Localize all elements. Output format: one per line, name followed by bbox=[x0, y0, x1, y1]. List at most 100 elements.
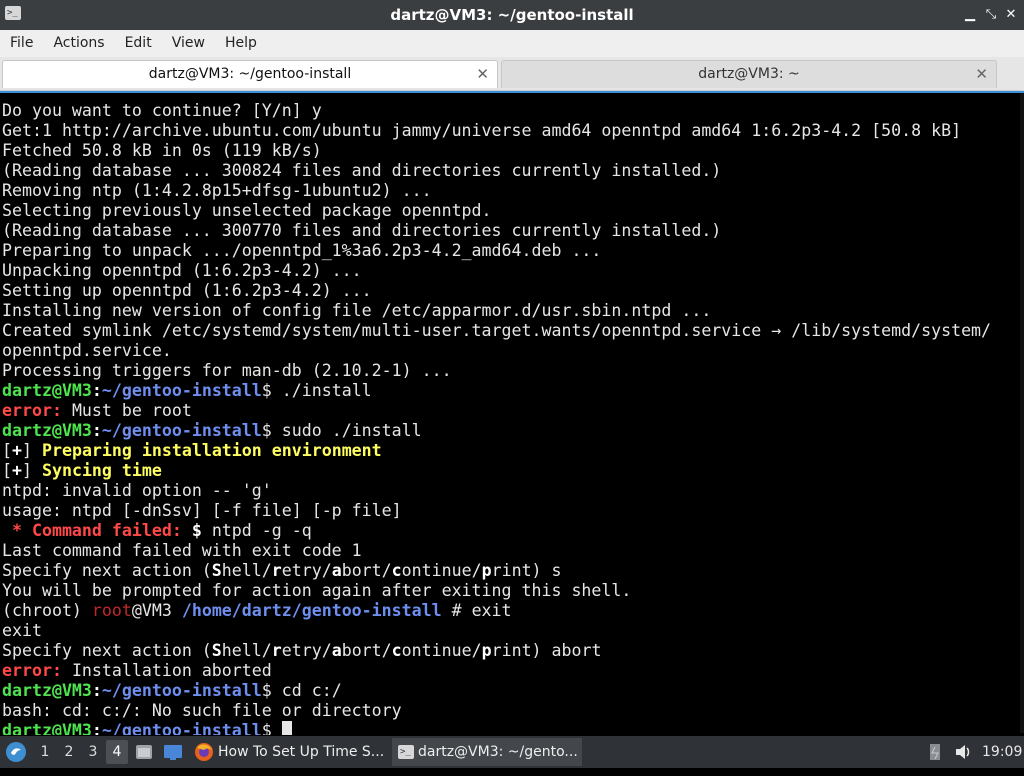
terminal-text: Removing ntp (1:4.2.8p15+dfsg-1ubuntu2) … bbox=[2, 181, 432, 200]
terminal-text: c bbox=[391, 561, 402, 580]
menu-file[interactable]: File bbox=[0, 30, 43, 56]
workspace-3[interactable]: 3 bbox=[82, 740, 104, 764]
firefox-icon bbox=[195, 743, 213, 761]
terminal-text: + bbox=[12, 461, 22, 480]
terminal-text: Processing triggers for man-db (2.10.2-1… bbox=[2, 361, 452, 380]
terminal-text: : bbox=[91, 421, 102, 440]
terminal-text: ~/gentoo-install bbox=[101, 681, 262, 700]
terminal-line: exit bbox=[2, 621, 988, 641]
terminal-line: Selecting previously unselected package … bbox=[2, 201, 988, 221]
terminal-text: Must be root bbox=[61, 401, 192, 420]
terminal-text: + bbox=[12, 441, 22, 460]
terminal-cursor bbox=[281, 721, 292, 735]
terminal-text: etry/ bbox=[281, 561, 332, 580]
terminal-text: usage: ntpd [-dnSsv] [-f file] [-p file] bbox=[2, 501, 402, 520]
terminal-text: error: bbox=[2, 661, 62, 680]
terminal-line: Installing new version of config file /e… bbox=[2, 301, 988, 321]
terminal-text: : bbox=[91, 681, 102, 700]
terminal-line: error: Must be root bbox=[2, 401, 988, 421]
terminal-text: (Reading database ... 300770 files and d… bbox=[2, 221, 722, 240]
terminal-text: (Reading database ... 300824 files and d… bbox=[2, 161, 722, 180]
terminal-text: (chroot) bbox=[2, 601, 92, 620]
terminal-line: dartz@VM3:~/gentoo-install$ ./install bbox=[2, 381, 988, 401]
tab-gentoo-install[interactable]: dartz@VM3: ~/gentoo-install ✕ bbox=[2, 60, 498, 88]
terminal-line: Preparing to unpack .../openntpd_1%3a6.2… bbox=[2, 241, 988, 261]
terminal-text: c bbox=[391, 641, 402, 660]
terminal-line: Specify next action (Shell/retry/abort/c… bbox=[2, 561, 988, 581]
terminal-line: Unpacking openntpd (1:6.2p3-4.2) ... bbox=[2, 261, 988, 281]
taskbar: 1 2 3 4 How To Set Up Time S... >_ dartz… bbox=[0, 736, 1024, 768]
tab-home[interactable]: dartz@VM3: ~ ✕ bbox=[501, 60, 997, 88]
terminal-text: bash: cd: c:/: No such file or directory bbox=[2, 701, 402, 720]
terminal-line: Removing ntp (1:4.2.8p15+dfsg-1ubuntu2) … bbox=[2, 181, 988, 201]
terminal-text: dartz@VM3 bbox=[2, 721, 92, 735]
task-firefox[interactable]: How To Set Up Time S... bbox=[192, 738, 386, 766]
workspace-4[interactable]: 4 bbox=[106, 740, 128, 764]
terminal-text: $ sudo ./install bbox=[261, 421, 422, 440]
terminal-line: dartz@VM3:~/gentoo-install$ cd c:/ bbox=[2, 681, 988, 701]
terminal-line: Setting up openntpd (1:6.2p3-4.2) ... bbox=[2, 281, 988, 301]
terminal-text: : bbox=[91, 721, 102, 735]
workspace-1[interactable]: 1 bbox=[34, 740, 56, 764]
task-terminal[interactable]: >_ dartz@VM3: ~/gento... bbox=[392, 738, 582, 766]
menubar: File Actions Edit View Help bbox=[0, 30, 1024, 57]
terminal-text: dartz@VM3 bbox=[2, 381, 92, 400]
terminal-line: Processing triggers for man-db (2.10.2-1… bbox=[2, 361, 988, 381]
terminal-text: Do you want to continue? [Y/n] y bbox=[2, 101, 322, 120]
scrollbar[interactable] bbox=[1020, 93, 1024, 733]
close-icon[interactable]: ✕ bbox=[1003, 7, 1019, 23]
volume-icon[interactable] bbox=[953, 742, 973, 762]
terminal-line: Get:1 http://archive.ubuntu.com/ubuntu j… bbox=[2, 121, 988, 141]
menu-actions[interactable]: Actions bbox=[43, 30, 114, 56]
terminal-text: a bbox=[331, 641, 342, 660]
terminal-text: hell/ bbox=[221, 641, 272, 660]
terminal-line: Fetched 50.8 kB in 0s (119 kB/s) bbox=[2, 141, 988, 161]
terminal-text: p bbox=[481, 561, 492, 580]
workspace-2[interactable]: 2 bbox=[58, 740, 80, 764]
menu-view[interactable]: View bbox=[162, 30, 215, 56]
terminal-text: ntpd: invalid option -- 'g' bbox=[2, 481, 272, 500]
terminal-line: * Command failed: $ ntpd -g -q bbox=[2, 521, 988, 541]
terminal-view[interactable]: Do you want to continue? [Y/n] y Get:1 ht… bbox=[0, 91, 1024, 735]
terminal-text: Fetched 50.8 kB in 0s (119 kB/s) bbox=[2, 141, 322, 160]
menu-help[interactable]: Help bbox=[215, 30, 267, 56]
terminal-text: exit bbox=[2, 621, 42, 640]
task-label: dartz@VM3: ~/gento... bbox=[418, 744, 578, 760]
tab-label: dartz@VM3: ~/gentoo-install bbox=[148, 66, 352, 82]
battery-icon[interactable] bbox=[927, 742, 943, 762]
desktop-icon[interactable] bbox=[162, 742, 184, 762]
file-manager-icon[interactable] bbox=[134, 742, 154, 762]
terminal-text: ] bbox=[22, 441, 42, 460]
terminal-text: Selecting previously unselected package … bbox=[2, 201, 492, 220]
terminal-text: : bbox=[91, 381, 102, 400]
terminal-text: ~/gentoo-install bbox=[101, 421, 262, 440]
terminal-text: Preparing installation environment bbox=[41, 441, 382, 460]
terminal-text: $ ./install bbox=[261, 381, 372, 400]
terminal-line: You will be prompted for action again af… bbox=[2, 581, 988, 601]
terminal-line: (Reading database ... 300824 files and d… bbox=[2, 161, 988, 181]
terminal-line: Last command failed with exit code 1 bbox=[2, 541, 988, 561]
terminal-text: Get:1 http://archive.ubuntu.com/ubuntu j… bbox=[2, 121, 962, 140]
menu-edit[interactable]: Edit bbox=[115, 30, 162, 56]
terminal-line: Created symlink /etc/systemd/system/mult… bbox=[2, 321, 991, 341]
clock[interactable]: 19:09 bbox=[982, 736, 1022, 768]
close-tab-icon[interactable]: ✕ bbox=[975, 61, 988, 88]
terminal-text: bort/ bbox=[341, 641, 392, 660]
terminal-text: Installation aborted bbox=[61, 661, 272, 680]
terminal-line: (chroot) root@VM3 /home/dartz/gentoo-ins… bbox=[2, 601, 988, 621]
terminal-text: You will be prompted for action again af… bbox=[2, 581, 632, 600]
maximize-icon[interactable]: ⤡ bbox=[983, 7, 999, 23]
minimize-icon[interactable]: ▁ bbox=[962, 7, 978, 23]
terminal-text: dartz@VM3 bbox=[2, 681, 92, 700]
close-tab-icon[interactable]: ✕ bbox=[476, 61, 489, 88]
terminal-text: Unpacking openntpd (1:6.2p3-4.2) ... bbox=[2, 261, 362, 280]
terminal-text: ~/gentoo-install bbox=[101, 721, 262, 735]
terminal-line: usage: ntpd [-dnSsv] [-f file] [-p file] bbox=[2, 501, 988, 521]
terminal-text: ntpd -g -q bbox=[201, 521, 312, 540]
terminal-text: openntpd.service. bbox=[2, 341, 172, 360]
terminal-text: $ bbox=[191, 521, 202, 540]
terminal-text: S bbox=[211, 641, 222, 660]
distro-menu-icon[interactable] bbox=[4, 740, 28, 764]
terminal-line: error: Installation aborted bbox=[2, 661, 988, 681]
terminal-text: S bbox=[211, 561, 222, 580]
